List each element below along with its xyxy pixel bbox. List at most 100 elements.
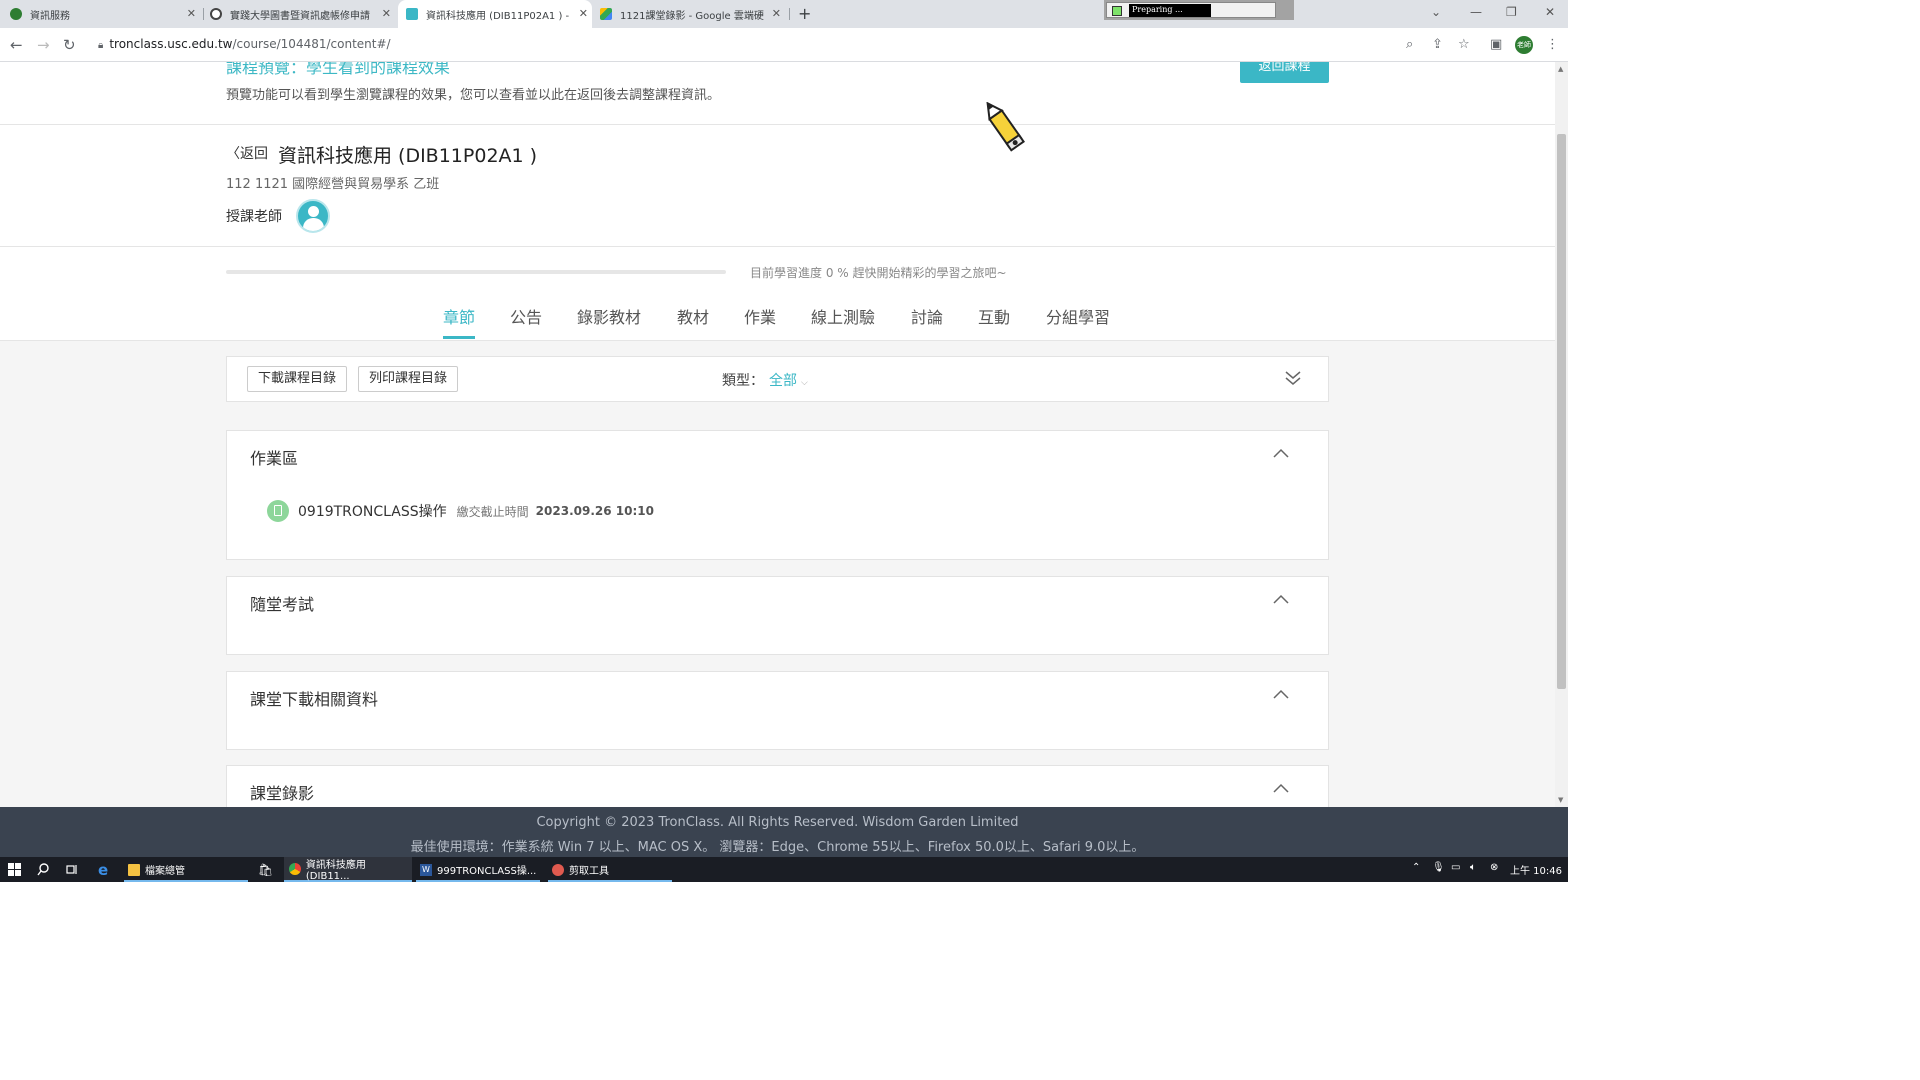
tab-recordings[interactable]: 錄影教材 (577, 304, 641, 328)
microphone-icon[interactable]: 🎙︎ (1432, 862, 1445, 873)
lock-icon: 🔒︎ (98, 40, 104, 51)
divider (0, 246, 1555, 247)
volume-icon[interactable]: 🔈︎ (1470, 862, 1476, 873)
back-link[interactable]: 〈返回 (226, 143, 268, 163)
recorder-indicator-icon (1112, 6, 1122, 16)
type-filter-label: 類型： (722, 373, 764, 389)
progress-text: 目前學習進度 0 % 趕快開始精彩的學習之旅吧~ (750, 266, 1007, 280)
section-title[interactable]: 課堂下載相關資料 (250, 686, 378, 710)
menu-kebab-icon[interactable]: ⋮ (1546, 37, 1559, 52)
section-title[interactable]: 課堂錄影 (250, 780, 314, 804)
course-tabs: 章節 公告 錄影教材 教材 作業 線上測驗 討論 互動 分組學習 (0, 302, 1555, 340)
section-card: 作業區 0919TRONCLASS操作 繳交截止時間 2023.09.26 10… (226, 430, 1329, 560)
tab-online-tests[interactable]: 線上測驗 (811, 304, 875, 328)
zoom-icon[interactable]: ⌕ (1406, 37, 1413, 52)
section-title[interactable]: 隨堂考試 (250, 591, 314, 615)
reload-icon[interactable]: ↻ (63, 36, 76, 54)
chevron-up-icon[interactable]: ⌃ (1412, 862, 1420, 873)
chevron-up-icon[interactable] (1272, 447, 1290, 459)
taskbar-file-explorer[interactable]: 檔案總管 (124, 857, 248, 882)
word-icon: W (420, 863, 432, 876)
windows-logo-icon (8, 863, 21, 876)
tronclass-icon (406, 8, 418, 20)
taskbar-item-label: 999TRONCLASS操... (437, 866, 537, 877)
type-filter-select[interactable]: 全部 ⌵ (769, 370, 808, 390)
activity-title[interactable]: 0919TRONCLASS操作 (298, 501, 447, 521)
side-panel-icon[interactable]: ▣ (1490, 37, 1502, 52)
chevron-up-icon[interactable] (1272, 782, 1290, 794)
tab-label: 1121課堂錄影 - Google 雲端硬 (620, 10, 764, 22)
page-scrollbar[interactable]: ▲ ▼ (1555, 62, 1568, 807)
share-icon[interactable]: ⇪ (1432, 37, 1443, 52)
start-button[interactable] (8, 857, 21, 882)
section-card: 隨堂考試 (226, 576, 1329, 655)
back-arrow-icon[interactable]: ← (10, 36, 23, 54)
tab-homework[interactable]: 作業 (744, 304, 776, 328)
taskbar-word[interactable]: W 999TRONCLASS操... (416, 857, 540, 882)
store-icon[interactable]: 🛍︎ (258, 857, 273, 882)
chevron-up-icon[interactable] (1272, 688, 1290, 700)
search-icon[interactable] (37, 857, 50, 882)
section-title[interactable]: 作業區 (250, 445, 298, 469)
browser-tab-drive[interactable]: 1121課堂錄影 - Google 雲端硬 ✕ (600, 0, 785, 28)
taskbar-item-label: 資訊科技應用 (DIB11... (305, 859, 366, 882)
tab-announcements[interactable]: 公告 (510, 304, 542, 328)
url-host: tronclass.usc.edu.tw (109, 37, 233, 51)
back-to-course-button[interactable]: 返回課程 (1240, 62, 1329, 83)
taskbar-snipping-tool[interactable]: 剪取工具 (548, 857, 672, 882)
restore-button[interactable]: ❐ (1506, 5, 1517, 19)
activity-item[interactable]: 0919TRONCLASS操作 繳交截止時間 2023.09.26 10:10 (267, 500, 654, 522)
chevron-left-icon: 〈 (226, 146, 240, 162)
browser-tab-course[interactable]: 資訊科技應用 (DIB11P02A1 ) - ✕ (398, 0, 592, 28)
close-icon[interactable]: ✕ (382, 7, 391, 20)
section-card: 課堂下載相關資料 (226, 671, 1329, 750)
windows-taskbar: e 檔案總管 🛍︎ 資訊科技應用 (DIB11... W 999TRONCLAS… (0, 857, 1568, 882)
notification-icon[interactable]: ⊗ (1490, 862, 1498, 873)
scroll-down-icon[interactable]: ▼ (1558, 796, 1563, 804)
url-field[interactable]: 🔒︎ tronclass.usc.edu.tw/course/104481/con… (98, 37, 391, 51)
task-view-icon[interactable] (66, 857, 79, 882)
tab-label: 資訊科技應用 (DIB11P02A1 ) - (426, 10, 570, 22)
close-icon[interactable]: ✕ (579, 7, 588, 20)
tab-materials[interactable]: 教材 (677, 304, 709, 328)
tab-label: 實踐大學圖書暨資訊處帳修申請 (230, 10, 370, 22)
close-icon[interactable]: ✕ (772, 7, 781, 20)
forward-arrow-icon[interactable]: → (37, 36, 50, 54)
download-outline-button[interactable]: 下載課程目錄 (247, 366, 348, 392)
tab-group-learning[interactable]: 分組學習 (1046, 304, 1110, 328)
close-icon[interactable]: ✕ (187, 7, 196, 20)
teacher-label: 授課老師 (226, 209, 282, 225)
tab-interaction[interactable]: 互動 (978, 304, 1010, 328)
network-icon[interactable]: ▭ (1451, 862, 1460, 873)
chevron-up-icon[interactable] (1272, 593, 1290, 605)
close-window-button[interactable]: ✕ (1545, 5, 1555, 19)
folder-icon (128, 863, 140, 876)
teacher-avatar[interactable] (296, 199, 330, 233)
tab-discussion[interactable]: 討論 (911, 304, 943, 328)
scroll-up-icon[interactable]: ▲ (1558, 65, 1563, 73)
taskbar-chrome[interactable]: 資訊科技應用 (DIB11... (284, 857, 412, 882)
profile-avatar[interactable]: 老師 (1515, 36, 1533, 54)
bookmark-star-icon[interactable]: ☆ (1458, 37, 1470, 52)
browser-tab-info-service[interactable]: 資訊服務 ✕ (10, 0, 200, 28)
edge-icon[interactable]: e (98, 857, 108, 882)
scrollbar-thumb[interactable] (1557, 134, 1566, 689)
progress-bar (226, 270, 726, 274)
homework-icon (267, 500, 289, 522)
activity-due-time: 2023.09.26 10:10 (535, 504, 654, 518)
browser-tab-library[interactable]: 實踐大學圖書暨資訊處帳修申請 ✕ (210, 0, 395, 28)
course-title: 資訊科技應用 (DIB11P02A1 ) (278, 145, 538, 167)
tab-label: 資訊服務 (30, 10, 70, 22)
print-outline-button[interactable]: 列印課程目錄 (358, 366, 459, 392)
tab-search-icon[interactable]: ⌄ (1431, 5, 1441, 19)
clock[interactable]: 上午 10:46 (1510, 862, 1562, 877)
recorder-overlay: Preparing ... (1104, 0, 1294, 20)
minimize-button[interactable]: — (1470, 5, 1482, 19)
divider (0, 124, 1555, 125)
back-label: 返回 (240, 146, 268, 162)
url-path: /course/104481/content#/ (232, 37, 391, 51)
double-chevron-down-icon[interactable] (1284, 369, 1302, 387)
chevron-down-icon: ⌵ (801, 378, 808, 388)
new-tab-button[interactable]: + (798, 4, 811, 23)
tab-chapters[interactable]: 章節 (443, 304, 475, 328)
